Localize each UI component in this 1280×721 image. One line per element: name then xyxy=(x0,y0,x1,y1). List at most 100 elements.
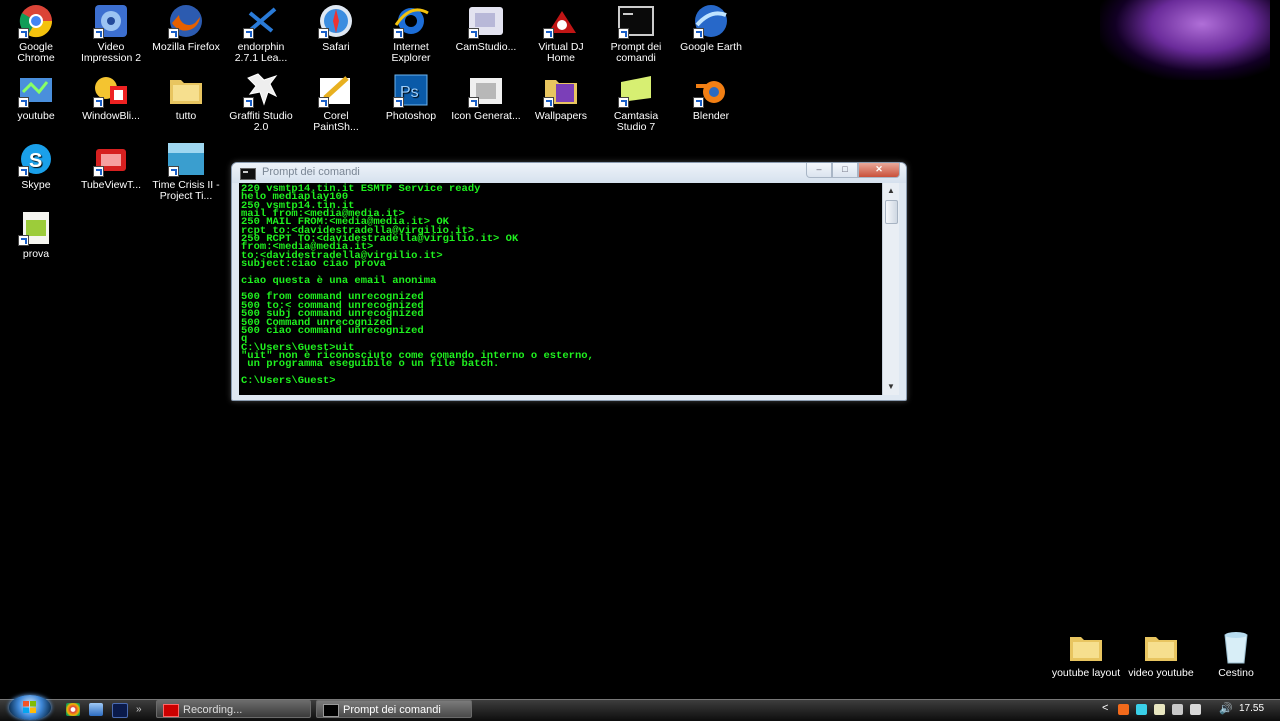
console-app-icon xyxy=(240,168,256,180)
shortcut-arrow-icon xyxy=(318,97,329,108)
shortcut-arrow-icon xyxy=(93,97,104,108)
network-icon[interactable] xyxy=(1190,704,1201,715)
chrome-quicklaunch-icon[interactable] xyxy=(66,703,80,716)
windowblinds-icon xyxy=(92,72,130,108)
shortcut-arrow-icon xyxy=(393,97,404,108)
window-titlebar[interactable]: Prompt dei comandi – □ ✕ xyxy=(232,163,906,183)
desktop-icon-label: Cestino xyxy=(1218,667,1254,679)
tray-app-icon[interactable] xyxy=(1118,704,1129,715)
desktop-icon[interactable]: Icon Generat... xyxy=(451,72,521,122)
start-button[interactable] xyxy=(9,695,51,720)
shortcut-arrow-icon xyxy=(618,97,629,108)
taskbar-button-recording[interactable]: Recording... xyxy=(156,700,311,718)
desktop-icon[interactable]: Cestino xyxy=(1201,629,1271,679)
quicklaunch-expand-icon[interactable]: » xyxy=(136,703,146,716)
vertical-scrollbar[interactable]: ▲ ▼ xyxy=(882,183,899,395)
google-earth-icon xyxy=(692,3,730,39)
tray-app-icon[interactable] xyxy=(1172,704,1183,715)
desktop-icon-label: Camtasia Studio 7 xyxy=(613,110,659,133)
photoshop-icon: Ps xyxy=(392,72,430,108)
desktop-icon[interactable]: Blender xyxy=(676,72,746,122)
scroll-up-arrow-icon[interactable]: ▲ xyxy=(883,183,899,199)
chrome-icon xyxy=(17,3,55,39)
shortcut-arrow-icon xyxy=(18,235,29,246)
desktop-icon[interactable]: CamStudio... xyxy=(451,3,521,53)
desktop-icon-label: Corel PaintSh... xyxy=(313,110,359,133)
desktop-icon[interactable]: Graffiti Studio 2.0 xyxy=(226,72,296,133)
recycle-bin-icon xyxy=(1217,629,1255,665)
desktop-icon-label: Skype xyxy=(21,179,51,191)
desktop-icon[interactable]: Safari xyxy=(301,3,371,53)
desktop-icon[interactable]: Google Earth xyxy=(676,3,746,53)
desktop-icon[interactable]: youtube xyxy=(1,72,71,122)
firefox-icon xyxy=(167,3,205,39)
recording-icon xyxy=(163,704,179,717)
desktop-icon-label: Icon Generat... xyxy=(451,110,521,122)
console-output[interactable]: 220 vsmtp14.tin.it ESMTP Service ready h… xyxy=(239,183,882,395)
shortcut-arrow-icon xyxy=(243,28,254,39)
taskbar-button-command-prompt[interactable]: Prompt dei comandi xyxy=(316,700,472,718)
desktop-icon[interactable]: Corel PaintSh... xyxy=(301,72,371,133)
desktop-icon[interactable]: Internet Explorer xyxy=(376,3,446,64)
desktop-icon[interactable]: Wallpapers xyxy=(526,72,596,122)
wallpapers-icon xyxy=(542,72,580,108)
minimize-button[interactable]: – xyxy=(806,163,832,178)
desktop-icon[interactable]: video youtube xyxy=(1126,629,1196,679)
virtual-dj-icon xyxy=(542,3,580,39)
desktop-icon[interactable]: WindowBli... xyxy=(76,72,146,122)
desktop-icon-label: CamStudio... xyxy=(455,41,517,53)
desktop-icon[interactable]: tutto xyxy=(151,72,221,122)
desktop-icon[interactable]: prova xyxy=(1,210,71,260)
command-prompt-window[interactable]: Prompt dei comandi – □ ✕ 220 vsmtp14.tin… xyxy=(231,162,907,401)
desktop-icon[interactable]: youtube layout xyxy=(1051,629,1121,679)
internet-explorer-icon xyxy=(392,3,430,39)
folder-icon xyxy=(1067,629,1105,665)
switch-windows-icon[interactable] xyxy=(112,703,128,718)
desktop-icon-label: Safari xyxy=(322,41,350,53)
desktop-icon-label: WindowBli... xyxy=(82,110,140,122)
desktop-icon[interactable]: Google Chrome xyxy=(1,3,71,64)
volume-icon[interactable]: 🔊 xyxy=(1219,702,1233,715)
desktop-icon-label: Google Earth xyxy=(680,41,742,53)
folder-icon xyxy=(167,72,205,108)
graffiti-studio-icon xyxy=(242,72,280,108)
shortcut-arrow-icon xyxy=(318,28,329,39)
desktop-icon[interactable]: Mozilla Firefox xyxy=(151,3,221,53)
close-button[interactable]: ✕ xyxy=(858,163,900,178)
desktop-icon-label: Wallpapers xyxy=(534,110,588,122)
desktop-icon-label: Graffiti Studio 2.0 xyxy=(229,110,293,133)
maximize-button[interactable]: □ xyxy=(832,163,858,178)
shortcut-arrow-icon xyxy=(18,166,29,177)
tray-app-icon[interactable] xyxy=(1154,704,1165,715)
desktop-icon[interactable]: Video Impression 2 xyxy=(76,3,146,64)
desktop-icon-label: Google Chrome xyxy=(17,41,55,64)
time-crisis-icon xyxy=(167,141,205,177)
desktop-icon-label: TubeViewT... xyxy=(80,179,142,191)
tray-expand-icon[interactable]: < xyxy=(1102,702,1108,714)
desktop-icon-label: youtube layout xyxy=(1051,667,1121,679)
youtube-shortcut-icon xyxy=(17,72,55,108)
desktop-icon[interactable]: Camtasia Studio 7 xyxy=(601,72,671,133)
clock[interactable]: 17.55 xyxy=(1239,703,1264,714)
console-app-icon xyxy=(323,704,339,717)
desktop-icon-label: Prompt dei comandi xyxy=(610,41,662,64)
desktop-icon-label: Virtual DJ Home xyxy=(538,41,584,64)
scroll-thumb[interactable] xyxy=(885,200,898,224)
desktop-icon-label: endorphin 2.7.1 Lea... xyxy=(234,41,288,64)
desktop-icon[interactable]: endorphin 2.7.1 Lea... xyxy=(226,3,296,64)
desktop-icon[interactable]: TubeViewT... xyxy=(76,141,146,191)
desktop-icon[interactable]: S Skype xyxy=(1,141,71,191)
desktop-icon[interactable]: Prompt dei comandi xyxy=(601,3,671,64)
show-desktop-icon[interactable] xyxy=(89,703,103,716)
tray-app-icon[interactable] xyxy=(1136,704,1147,715)
desktop-icon[interactable]: Ps Photoshop xyxy=(376,72,446,122)
console-text: 220 vsmtp14.tin.it ESMTP Service ready h… xyxy=(241,183,594,387)
desktop-icon-label: Time Crisis II - Project Ti... xyxy=(152,179,220,202)
desktop-icon[interactable]: Virtual DJ Home xyxy=(526,3,596,64)
desktop-icon[interactable]: Time Crisis II - Project Ti... xyxy=(151,141,221,202)
desktop-icon-label: Photoshop xyxy=(385,110,437,122)
scroll-down-arrow-icon[interactable]: ▼ xyxy=(883,379,899,395)
video-impression-icon xyxy=(92,3,130,39)
desktop-icon-label: youtube xyxy=(17,110,55,122)
skype-icon: S xyxy=(17,141,55,177)
